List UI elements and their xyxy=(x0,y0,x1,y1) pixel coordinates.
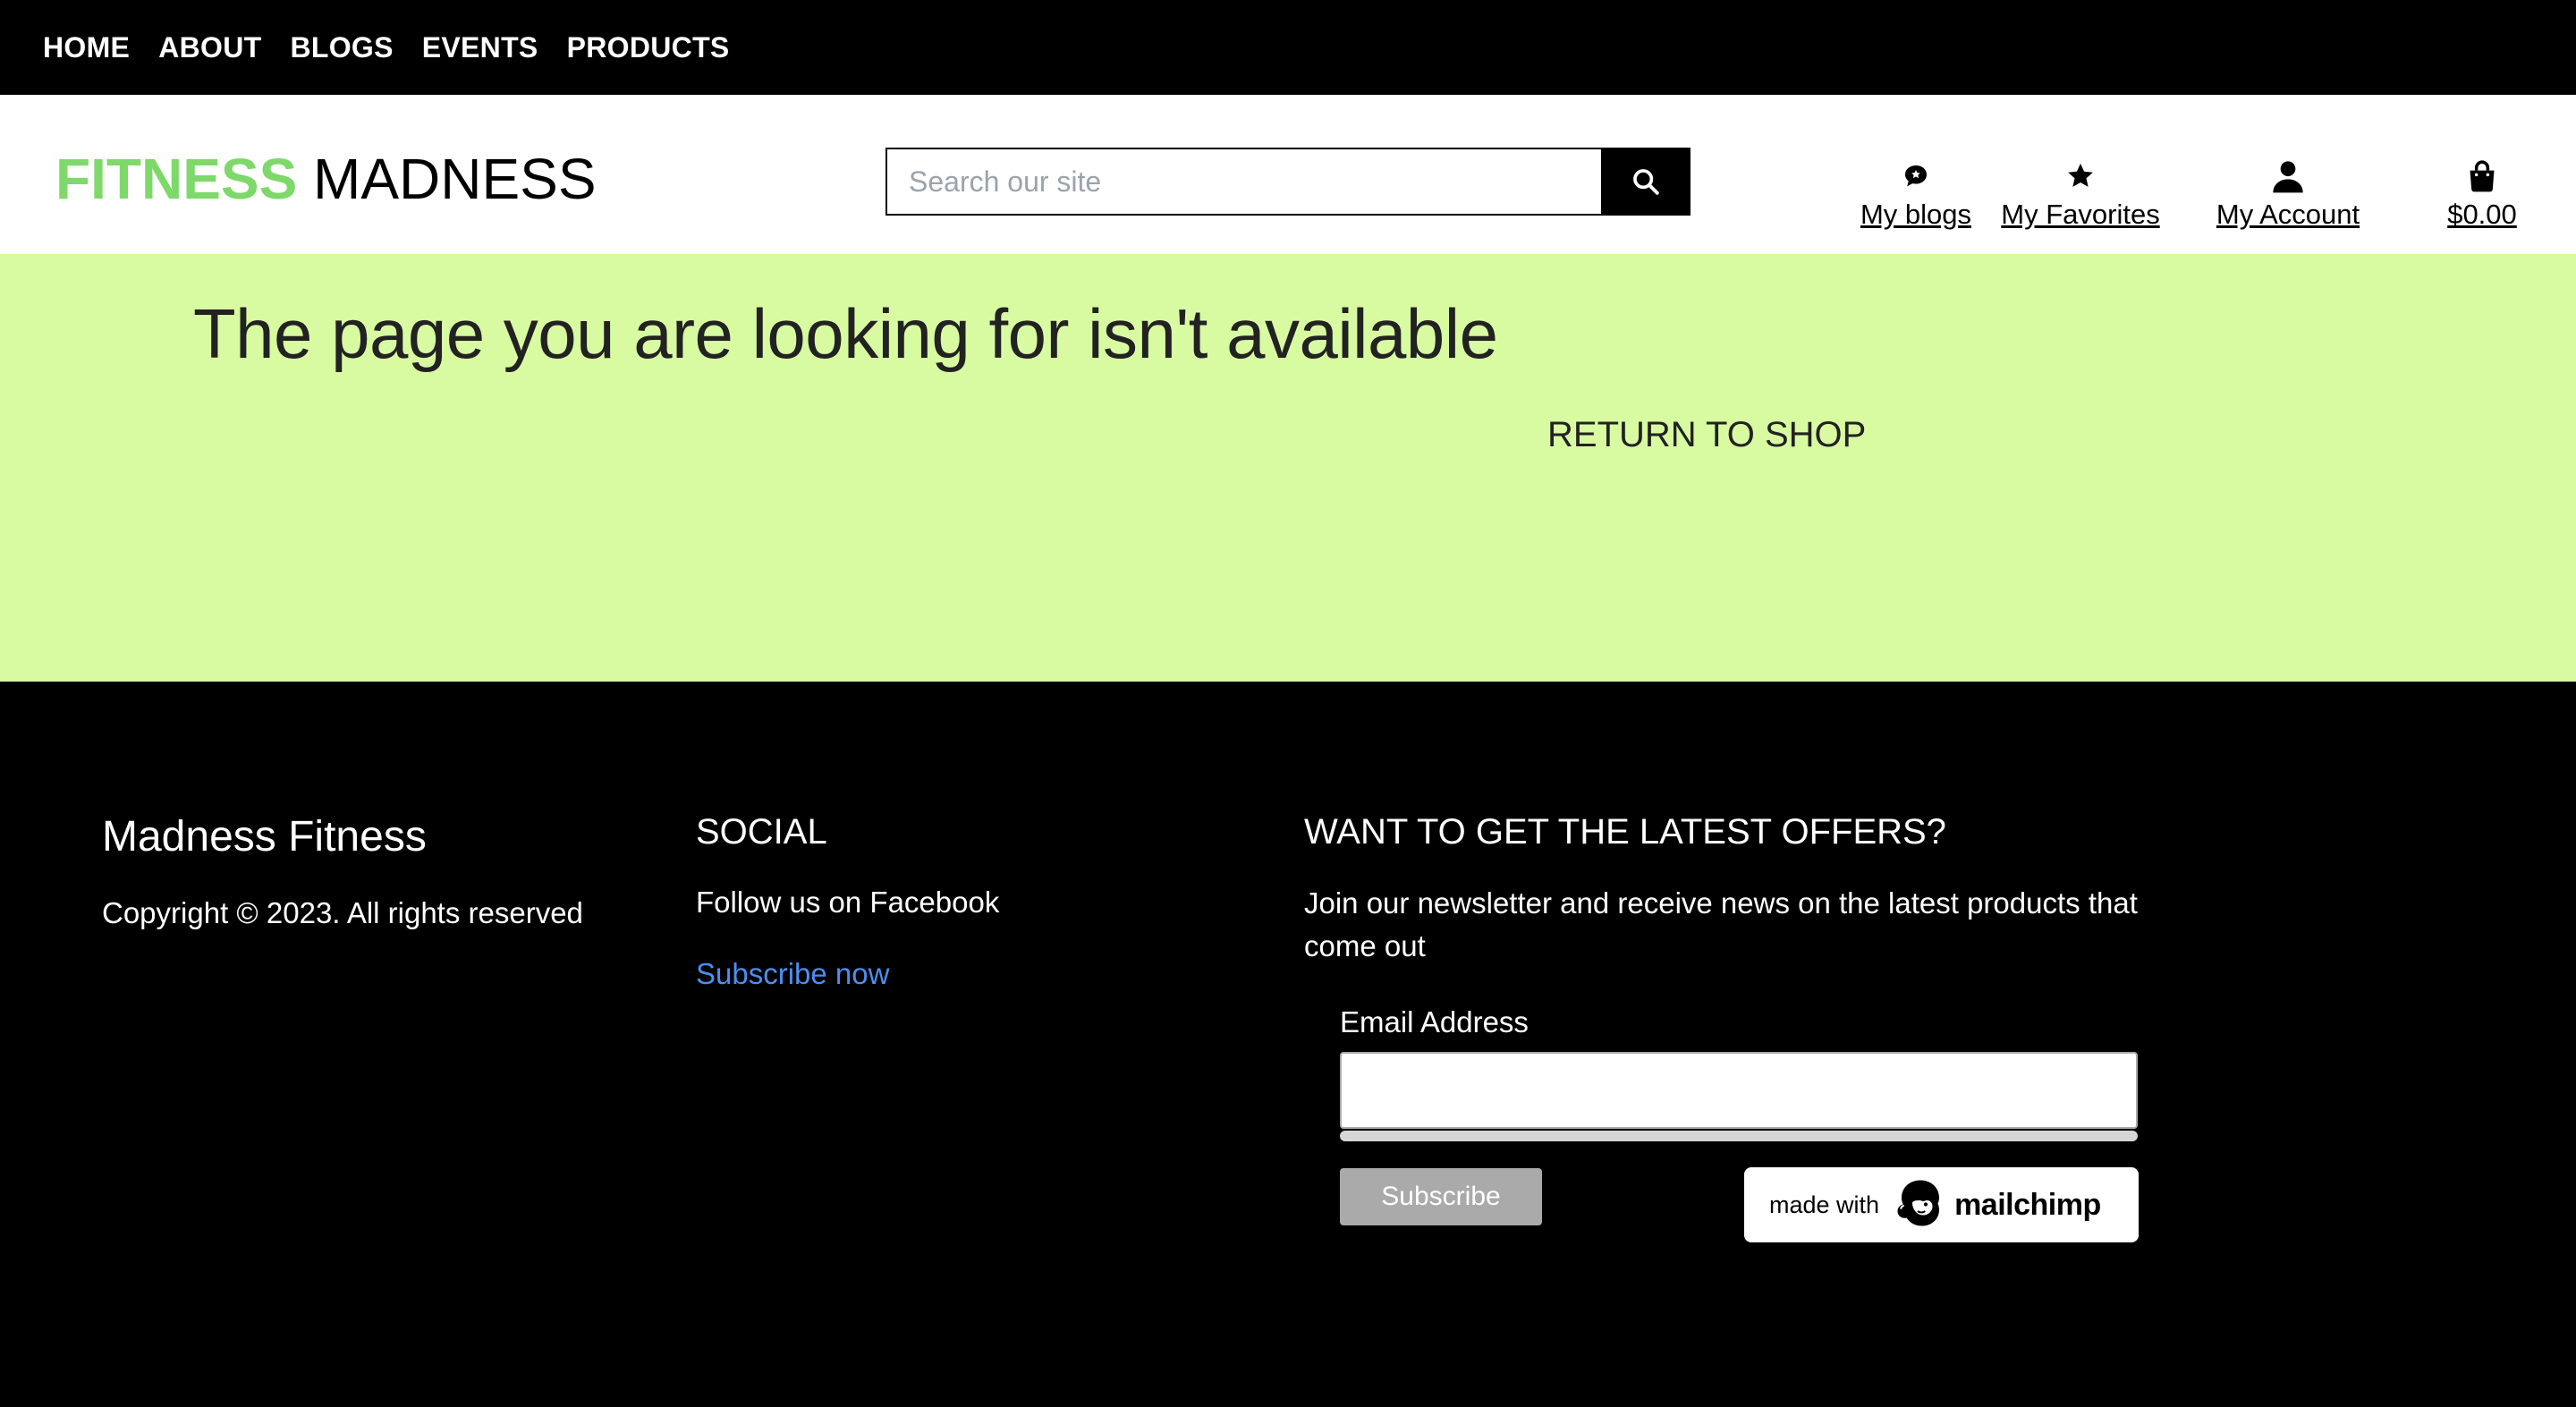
made-with-label: made with xyxy=(1769,1191,1880,1218)
email-field[interactable] xyxy=(1340,1052,2138,1129)
footer-social-heading: SOCIAL xyxy=(696,812,827,852)
nav-blogs[interactable]: BLOGS xyxy=(290,31,393,64)
email-field-underline xyxy=(1340,1131,2138,1141)
subscribe-button[interactable]: Subscribe xyxy=(1340,1168,1542,1225)
nav-home[interactable]: HOME xyxy=(43,31,130,64)
facebook-link[interactable]: Follow us on Facebook xyxy=(696,886,999,920)
site-logo[interactable]: FITNESS MADNESS xyxy=(55,150,597,208)
site-header: FITNESS MADNESS My blogs My Favorites xyxy=(0,95,2576,254)
logo-madness: MADNESS xyxy=(313,147,597,211)
search-button[interactable] xyxy=(1601,148,1690,216)
newsletter-text: Join our newsletter and receive news on … xyxy=(1304,886,2138,962)
email-label: Email Address xyxy=(1340,1005,1529,1038)
newsletter-heading: WANT TO GET THE LATEST OFFERS? xyxy=(1304,812,1946,852)
comment-star-icon xyxy=(1855,156,1977,197)
cart-link[interactable]: $0.00 xyxy=(2440,156,2524,231)
star-icon xyxy=(1993,156,2168,197)
footer-brand: Madness Fitness xyxy=(102,813,427,860)
my-favorites-link[interactable]: My Favorites xyxy=(1993,156,2168,231)
search-input[interactable] xyxy=(886,148,1601,216)
mailchimp-logo-icon xyxy=(1894,1175,1947,1235)
nav-events[interactable]: EVENTS xyxy=(422,31,538,64)
footer-copyright: Copyright © 2023. All rights reserved xyxy=(102,896,583,929)
my-account-link[interactable]: My Account xyxy=(2209,156,2367,231)
logo-fitness: FITNESS xyxy=(55,147,298,211)
subscribe-now-link[interactable]: Subscribe now xyxy=(696,957,889,991)
mailchimp-badge[interactable]: made with mailchimp xyxy=(1744,1167,2139,1242)
search-icon xyxy=(1633,169,1659,195)
site-footer: Madness Fitness Copyright © 2023. All ri… xyxy=(0,682,2576,1407)
user-icon xyxy=(2209,156,2367,197)
nav-products[interactable]: PRODUCTS xyxy=(567,31,730,64)
mailchimp-wordmark: mailchimp xyxy=(1954,1187,2101,1222)
my-blogs-label: My blogs xyxy=(1860,199,1972,230)
my-blogs-link[interactable]: My blogs xyxy=(1855,156,1977,231)
my-favorites-label: My Favorites xyxy=(2001,199,2160,230)
cart-total: $0.00 xyxy=(2447,199,2517,230)
nav-about[interactable]: ABOUT xyxy=(158,31,261,64)
search-form xyxy=(886,148,1690,216)
my-account-label: My Account xyxy=(2216,199,2360,230)
top-nav: HOME ABOUT BLOGS EVENTS PRODUCTS xyxy=(0,0,2576,95)
return-to-shop-link[interactable]: RETURN TO SHOP xyxy=(1547,415,1866,455)
main-content: The page you are looking for isn't avail… xyxy=(0,254,2576,682)
shopping-bag-icon xyxy=(2440,156,2524,197)
page-title: The page you are looking for isn't avail… xyxy=(193,294,1498,373)
